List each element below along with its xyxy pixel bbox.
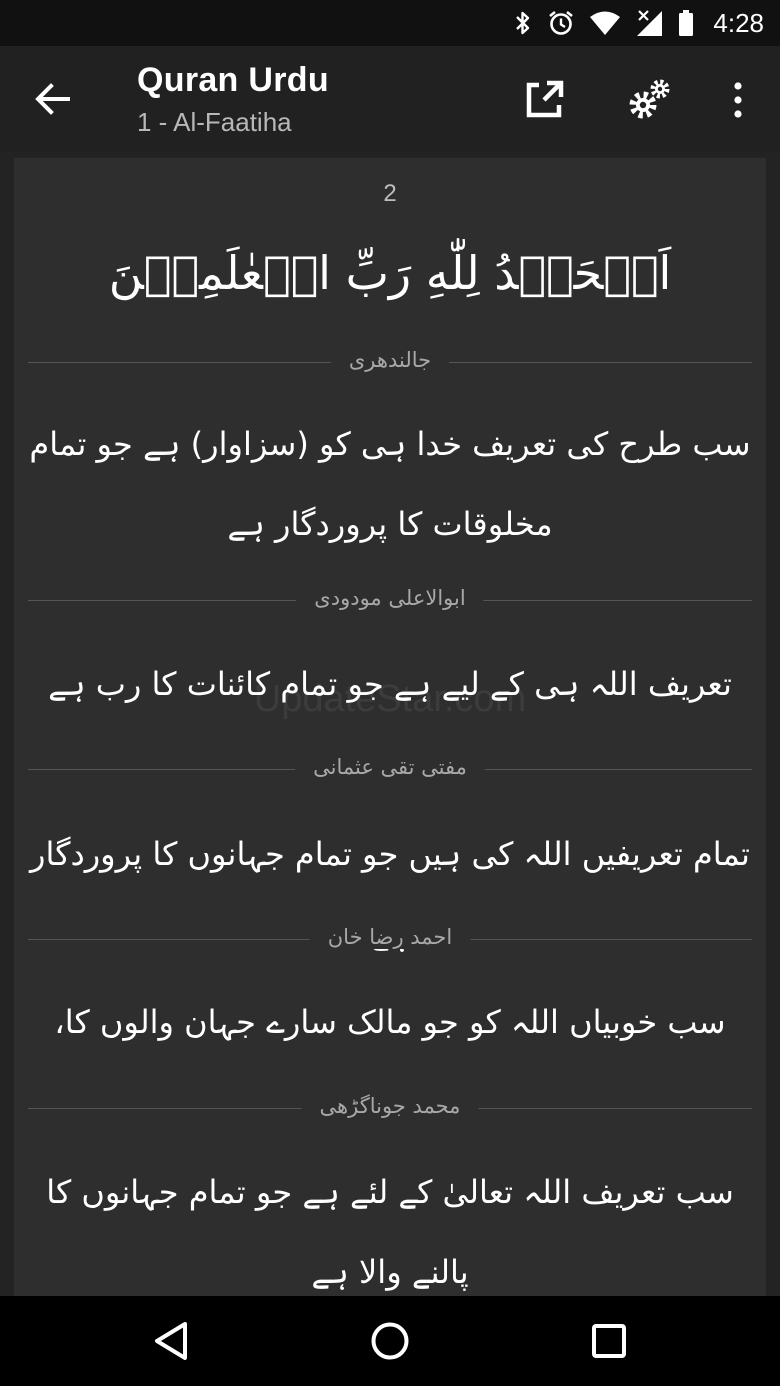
translator-divider: ابوالاعلی مودودی: [28, 586, 752, 616]
translator-divider: مفتی تقی عثمانی: [28, 755, 752, 785]
system-nav-bar: [0, 1296, 780, 1386]
nav-back-icon: [155, 1322, 187, 1360]
translator-name: ابوالاعلی مودودی: [296, 586, 484, 610]
app-bar: Quran Urdu 1 - Al-Faatiha: [0, 46, 780, 152]
translator-divider: محمد جوناگڑھی: [28, 1094, 752, 1124]
nav-recents-icon: [592, 1324, 626, 1358]
settings-gears-icon: [629, 79, 670, 119]
settings-button[interactable]: [622, 72, 678, 128]
status-bar: 4:28: [0, 0, 780, 46]
battery-icon: [677, 9, 695, 37]
wifi-icon: [589, 10, 621, 36]
alarm-icon: [547, 9, 575, 37]
verse-number: 2: [383, 180, 397, 207]
cell-signal-icon: [635, 9, 663, 37]
translator-name: محمد جوناگڑھی: [301, 1094, 479, 1118]
status-icons: 4:28: [513, 0, 764, 46]
translator-name: احمد رضا خان: [309, 925, 471, 949]
more-vert-icon: [734, 82, 742, 118]
watermark: UpdateStar.com: [253, 678, 527, 720]
translator-name: مفتی تقی عثمانی: [295, 755, 485, 779]
translator-divider: جالندھری: [28, 348, 752, 378]
translator-divider: احمد رضا خان: [28, 925, 752, 955]
nav-home-icon: [371, 1322, 409, 1360]
nav-back-button[interactable]: [146, 1316, 196, 1366]
share-external-icon: [526, 80, 564, 118]
more-options-button[interactable]: [710, 72, 766, 128]
arabic-verse-text: اَلۡحَمۡدُ لِلّٰهِ رَبِّ الۡعٰلَمِيۡنَ: [108, 246, 672, 300]
translation-text: سب تعریف اللہ تعالیٰ کے لئے ہے جو تمام ج…: [46, 1173, 734, 1291]
bluetooth-icon: [513, 9, 533, 37]
translator-name: جالندھری: [330, 348, 450, 372]
app-title: Quran Urdu: [137, 61, 329, 99]
translation-text: سب خوبیاں اللہ کو جو مالک سارے جہان والو…: [54, 1003, 726, 1041]
verse-card: 2 اَلۡحَمۡدُ لِلّٰهِ رَبِّ الۡعٰلَمِيۡنَ…: [14, 158, 766, 1298]
share-button[interactable]: [516, 72, 572, 128]
surah-subtitle: 1 - Al-Faatiha: [137, 107, 292, 137]
back-arrow-icon: [35, 83, 70, 115]
back-button[interactable]: [30, 76, 76, 122]
translation-text: سب طرح کی تعریف خدا ہی کو (سزاوار) ہے جو…: [29, 425, 751, 543]
nav-home-button[interactable]: [365, 1316, 415, 1366]
nav-recents-button[interactable]: [584, 1316, 634, 1366]
title-block: Quran Urdu 1 - Al-Faatiha: [137, 58, 329, 140]
status-clock: 4:28: [713, 7, 764, 38]
